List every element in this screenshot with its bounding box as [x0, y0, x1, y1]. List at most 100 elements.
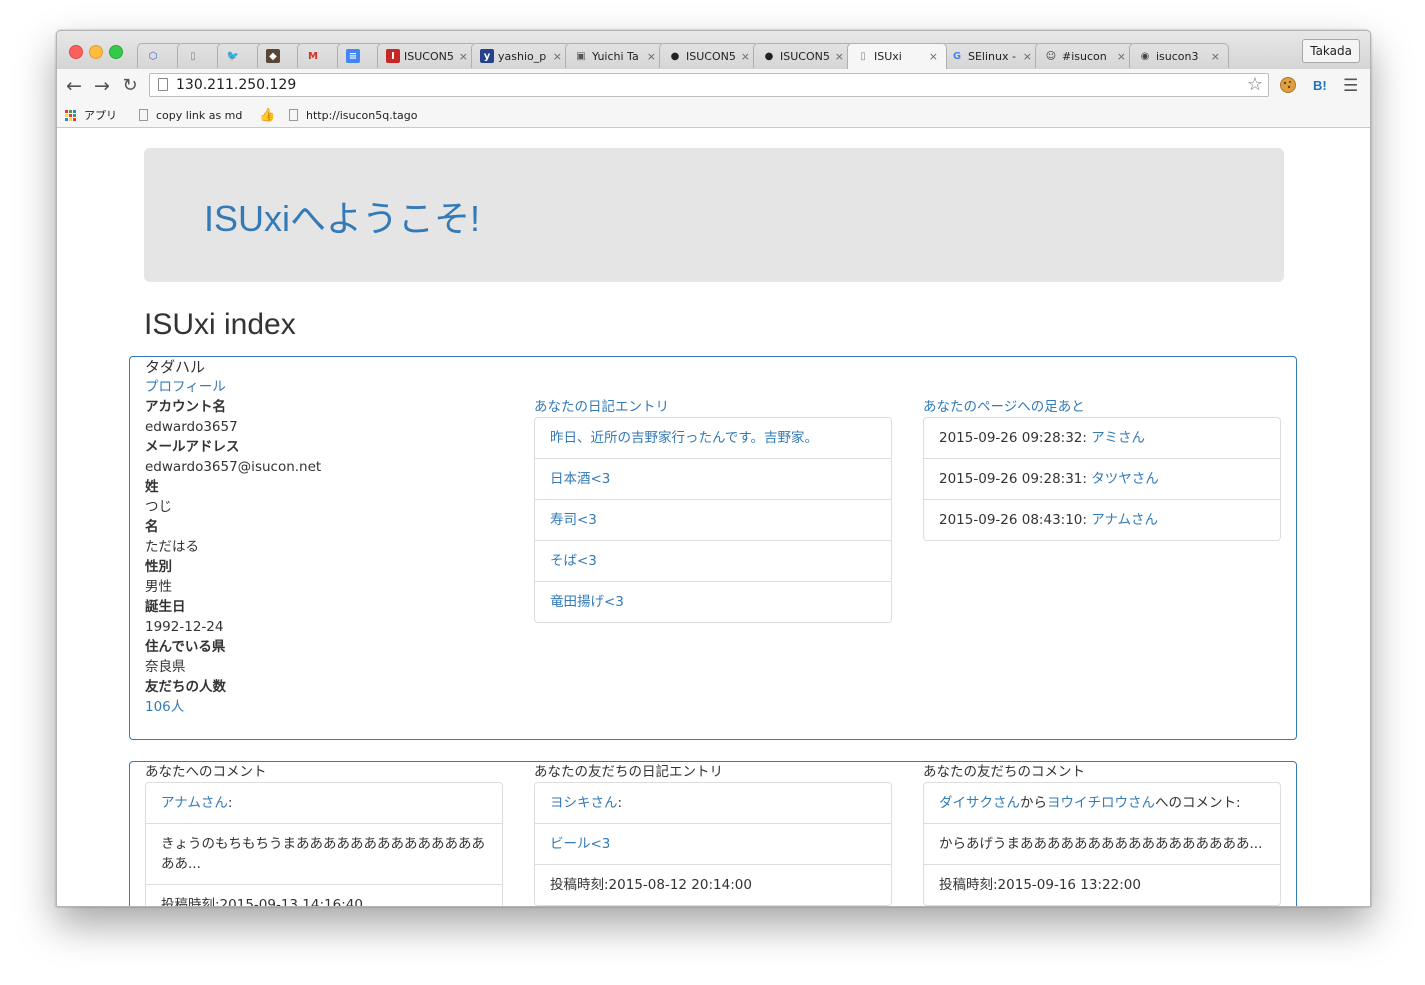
list-item: ダイサクさんからヨウイチロウさんへのコメント: — [924, 783, 1280, 824]
list-item: ビール<3 — [535, 824, 891, 865]
tab-title: ISUCON5 — [686, 49, 736, 63]
address-bar[interactable]: 130.211.250.129 ☆ — [149, 73, 1269, 97]
close-icon[interactable]: × — [929, 50, 938, 63]
birthday-label: 誕生日 — [145, 599, 186, 615]
forward-icon[interactable]: → — [91, 74, 113, 98]
comment-author-link[interactable]: アナムさん — [161, 795, 228, 811]
tab-strip: ⬡ ▯ 🐦 ◆ M ≡ I ISUCON5 × y yashio_p × ▣ Yuichi Ta × ● ISU… — [57, 31, 1370, 69]
tab-yashio-p[interactable]: y yashio_p × — [471, 43, 571, 68]
back-icon[interactable]: ← — [63, 74, 85, 98]
entry-link[interactable]: 寿司<3 — [550, 512, 597, 528]
tab-isucon5[interactable]: ● ISUCON5 × — [753, 43, 853, 68]
list-item: 2015-09-26 09:28:31: タツヤさん — [924, 459, 1280, 500]
entry-author-link[interactable]: ヨシキさん — [550, 795, 618, 811]
close-icon[interactable]: × — [647, 50, 656, 63]
comments-for-me-label: あなたへのコメント — [145, 764, 267, 780]
friends-count-link[interactable]: 106人 — [145, 699, 184, 715]
friend-entry-link[interactable]: ビール<3 — [550, 836, 610, 852]
list-item: 竜田揚げ<3 — [535, 582, 891, 622]
hatena-bookmark-icon[interactable]: B! — [1313, 76, 1327, 96]
window-minimize-button[interactable] — [89, 45, 103, 59]
docs-icon: ≡ — [346, 49, 360, 63]
profile-button[interactable]: Takada — [1302, 39, 1360, 63]
tab-list: ⬡ ▯ 🐦 ◆ M ≡ I ISUCON5 × y yashio_p × ▣ Yuichi Ta × ● ISU… — [137, 43, 1229, 69]
tab-yuichi-ta[interactable]: ▣ Yuichi Ta × — [565, 43, 665, 68]
comment-from-link[interactable]: ダイサクさん — [939, 795, 1020, 811]
footprint-user-link[interactable]: アナムさん — [1091, 512, 1158, 528]
close-icon[interactable]: × — [741, 50, 750, 63]
tab-isuxi[interactable]: ▯ ISUxi × — [847, 43, 947, 69]
bookmark-isucon[interactable]: http://isucon5q.tago — [289, 107, 417, 123]
sex-label: 性別 — [145, 559, 172, 575]
octocat-icon: ☺ — [1045, 50, 1057, 62]
friends-entries-list: ヨシキさん: ビール<3 投稿時刻:2015-08-12 20:14:00 — [534, 782, 892, 906]
bookmark-copy-link-label: copy link as md — [156, 108, 243, 122]
circle-icon: ◉ — [1140, 50, 1150, 62]
entry-link[interactable]: 竜田揚げ<3 — [550, 594, 624, 610]
bookmark-thumbs-up[interactable]: 👍 — [259, 107, 275, 123]
list-item: アナムさん: — [146, 783, 502, 824]
birthday-value: 1992-12-24 — [145, 619, 224, 635]
close-icon[interactable]: × — [459, 50, 468, 63]
cookie-icon[interactable] — [1279, 76, 1297, 99]
tab-title: Yuichi Ta — [592, 49, 639, 63]
profile-column: タダハル プロフィール アカウント名 edwardo3657 メールアドレス e… — [145, 357, 503, 717]
footprint-time: 2015-09-26 08:43:10: — [939, 512, 1087, 528]
close-icon[interactable]: × — [553, 50, 562, 63]
url-text: 130.211.250.129 — [176, 77, 297, 93]
tab-isucon3[interactable]: ◉ isucon3 × — [1129, 43, 1229, 68]
tab--isucon[interactable]: ☺ #isucon × — [1035, 43, 1135, 68]
comments-for-me-list: アナムさん: きょうのもちもちうまああああああああああああああああ... 投稿時… — [145, 782, 503, 906]
google-icon: G — [952, 50, 962, 62]
tab-isucon5[interactable]: ● ISUCON5 × — [659, 43, 759, 68]
comment-body: きょうのもちもちうまああああああああああああああああ... — [146, 824, 502, 885]
last-name-label: 姓 — [145, 479, 159, 495]
entries-column: あなたの日記エントリ 昨日、近所の吉野家行ったんです。吉野家。 日本酒<3 寿司… — [534, 397, 892, 623]
close-icon[interactable]: × — [1211, 50, 1220, 63]
activity-panel: あなたへのコメント アナムさん: きょうのもちもちうまあああああああああああああ… — [129, 761, 1297, 906]
friends-comments-list: ダイサクさんからヨウイチロウさんへのコメント: からあげうまああああああああああ… — [923, 782, 1281, 906]
bookmark-apps[interactable]: アプリ — [65, 107, 117, 123]
window-close-button[interactable] — [69, 45, 83, 59]
thumbs-up-icon: 👍 — [259, 107, 276, 123]
github-icon: ● — [670, 50, 680, 62]
window-zoom-button[interactable] — [109, 45, 123, 59]
list-item: 寿司<3 — [535, 500, 891, 541]
tab-selinux-[interactable]: G SElinux - × — [941, 43, 1041, 68]
list-item: 昨日、近所の吉野家行ったんです。吉野家。 — [535, 418, 891, 459]
close-icon[interactable]: × — [835, 50, 844, 63]
close-icon[interactable]: × — [1023, 50, 1032, 63]
footprints-header-link[interactable]: あなたのページへの足あと — [923, 399, 1085, 415]
comment-to-link[interactable]: ヨウイチロウさん — [1047, 795, 1155, 811]
bookmark-copy-link[interactable]: copy link as md — [139, 107, 242, 123]
menu-icon[interactable]: ☰ — [1343, 76, 1358, 96]
footprint-user-link[interactable]: タツヤさん — [1091, 471, 1159, 487]
tab-title: ISUxi — [874, 50, 902, 63]
footprint-time: 2015-09-26 09:28:32: — [939, 430, 1087, 446]
blank-page-icon: ▯ — [860, 51, 866, 62]
photo-icon: ▣ — [576, 50, 586, 62]
tab-title: SElinux - — [968, 49, 1016, 63]
footprint-user-link[interactable]: アミさん — [1091, 430, 1145, 446]
friends-entries-column: あなたの友だちの日記エントリ ヨシキさん: ビール<3 投稿時刻:2015-08… — [534, 762, 892, 906]
star-icon[interactable]: ☆ — [1247, 74, 1263, 96]
toolbar: ← → ↻ 130.211.250.129 ☆ B! ☰ — [57, 69, 1370, 103]
email-label: メールアドレス — [145, 439, 240, 455]
last-name-value: つじ — [145, 499, 172, 515]
list-item: そば<3 — [535, 541, 891, 582]
entry-link[interactable]: 昨日、近所の吉野家行ったんです。吉野家。 — [550, 430, 818, 446]
welcome-title[interactable]: ISUxiへようこそ! — [204, 190, 480, 242]
list-item: 2015-09-26 09:28:32: アミさん — [924, 418, 1280, 459]
entry-link[interactable]: そば<3 — [550, 553, 597, 569]
close-icon[interactable]: × — [1117, 50, 1126, 63]
profile-link[interactable]: プロフィール — [145, 379, 226, 395]
comment-body: からあげうまあああああああああああああああああ... — [924, 824, 1280, 865]
list-item: 2015-09-26 08:43:10: アナムさん — [924, 500, 1280, 540]
friends-comments-column: あなたの友だちのコメント ダイサクさんからヨウイチロウさんへのコメント: からあ… — [923, 762, 1281, 906]
entry-link[interactable]: 日本酒<3 — [550, 471, 610, 487]
entries-header-link[interactable]: あなたの日記エントリ — [534, 399, 669, 415]
github-icon: ● — [764, 50, 774, 62]
reload-icon[interactable]: ↻ — [119, 74, 141, 98]
tab-isucon5[interactable]: I ISUCON5 × — [377, 43, 477, 68]
entry-time: 投稿時刻:2015-08-12 20:14:00 — [550, 877, 752, 893]
